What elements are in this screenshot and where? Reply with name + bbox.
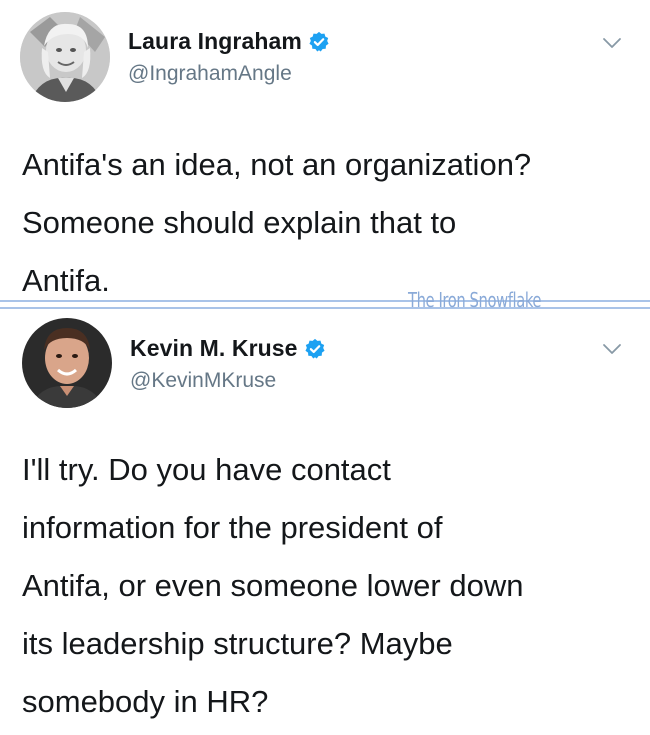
display-name[interactable]: Kevin M. Kruse — [130, 335, 298, 362]
avatar-image — [22, 318, 112, 408]
chevron-down-icon[interactable] — [602, 342, 622, 354]
handle[interactable]: @KevinMKruse — [130, 369, 276, 393]
avatar-kevin-kruse[interactable] — [22, 318, 112, 408]
watermark: The Iron Snowflake — [408, 288, 542, 312]
avatar-image — [20, 12, 110, 102]
divider-line-top — [0, 300, 650, 302]
name-row: Laura Ingraham — [128, 28, 330, 55]
tweet-text: I'll try. Do you have contact informatio… — [22, 452, 524, 719]
tweet-laura-ingraham: Laura Ingraham @IngrahamAngle Antifa's a… — [0, 0, 650, 300]
name-row: Kevin M. Kruse — [130, 335, 326, 362]
display-name[interactable]: Laura Ingraham — [128, 28, 302, 55]
handle[interactable]: @IngrahamAngle — [128, 62, 292, 86]
verified-badge-icon — [308, 31, 330, 53]
tweet-kevin-kruse: Kevin M. Kruse @KevinMKruse I'll try. Do… — [0, 310, 650, 735]
divider-line-bottom — [0, 307, 650, 309]
verified-badge-icon — [304, 338, 326, 360]
tweet-text: Antifa's an idea, not an organization? S… — [22, 147, 532, 298]
avatar-laura-ingraham[interactable] — [20, 12, 110, 102]
chevron-down-icon[interactable] — [602, 36, 622, 48]
